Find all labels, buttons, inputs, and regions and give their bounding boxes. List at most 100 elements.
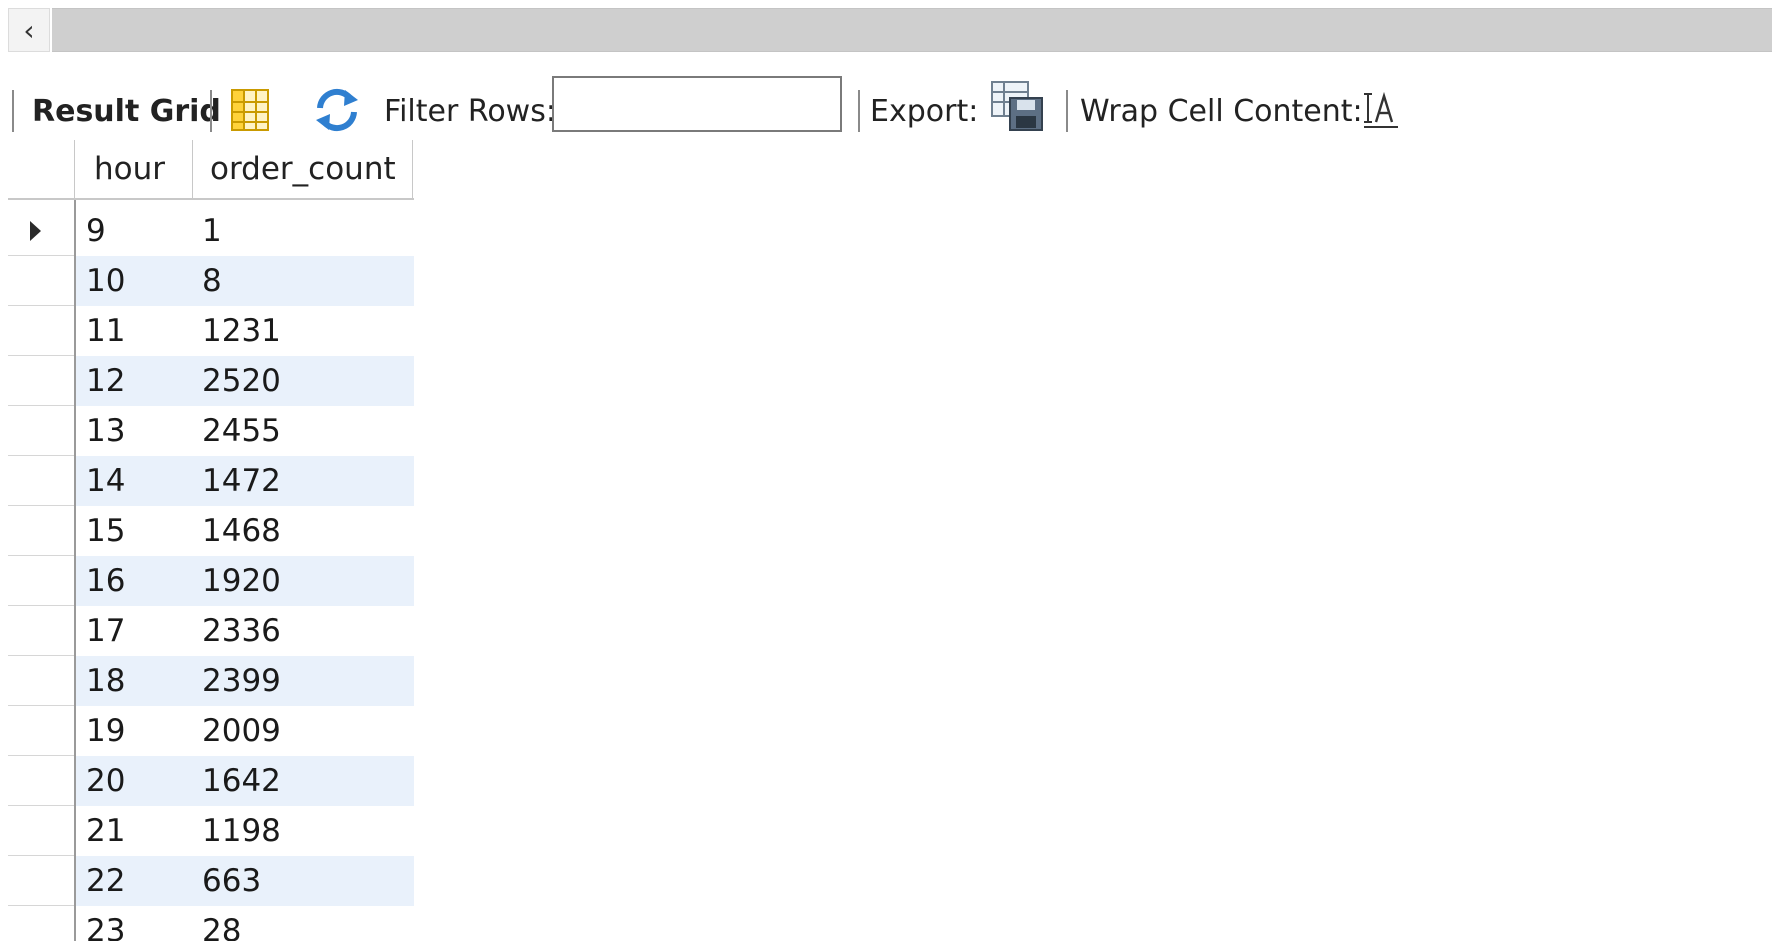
cell-hour[interactable]: 17 (86, 606, 125, 656)
row-header[interactable] (8, 856, 74, 906)
table-row[interactable]: 15 1468 (0, 506, 414, 556)
header-divider (74, 140, 75, 198)
table-row[interactable]: 14 1472 (0, 456, 414, 506)
cell-order-count[interactable]: 1 (202, 206, 222, 256)
row-cells: 15 1468 (76, 506, 414, 556)
column-header-hour[interactable]: hour (94, 140, 165, 198)
cell-hour[interactable]: 15 (86, 506, 125, 556)
header-divider (412, 140, 413, 198)
row-header[interactable] (8, 356, 74, 406)
row-header[interactable] (8, 906, 74, 941)
header-divider (192, 140, 193, 198)
refresh-icon[interactable] (312, 86, 362, 134)
row-header[interactable] (8, 706, 74, 756)
scroll-left-button[interactable]: ‹ (8, 8, 50, 52)
table-row[interactable]: 11 1231 (0, 306, 414, 356)
cell-hour[interactable]: 23 (86, 906, 125, 941)
table-row[interactable]: 16 1920 (0, 556, 414, 606)
cell-hour[interactable]: 14 (86, 456, 125, 506)
cell-hour[interactable]: 21 (86, 806, 125, 856)
current-row-marker-icon (30, 221, 41, 241)
cell-order-count[interactable]: 1198 (202, 806, 281, 856)
cell-order-count[interactable]: 2520 (202, 356, 281, 406)
table-row[interactable]: 13 2455 (0, 406, 414, 456)
row-header[interactable] (8, 256, 74, 306)
cell-order-count[interactable]: 2399 (202, 656, 281, 706)
row-header[interactable] (8, 206, 74, 256)
row-cells: 91 (76, 206, 414, 256)
export-label: Export: (870, 94, 979, 129)
cell-order-count[interactable]: 1642 (202, 756, 281, 806)
toolbar-separator (858, 90, 860, 132)
cell-order-count[interactable]: 1468 (202, 506, 281, 556)
column-header-order-count[interactable]: order_count (210, 140, 396, 198)
cell-order-count[interactable]: 1472 (202, 456, 281, 506)
cell-order-count[interactable]: 8 (202, 256, 222, 306)
cell-hour[interactable]: 10 (86, 256, 125, 306)
table-row[interactable]: 91 (0, 206, 414, 256)
toolbar-separator (1066, 90, 1068, 132)
row-cells: 13 2455 (76, 406, 414, 456)
toolbar-separator (210, 90, 212, 132)
row-header[interactable] (8, 406, 74, 456)
row-header[interactable] (8, 606, 74, 656)
table-row[interactable]: 18 2399 (0, 656, 414, 706)
cell-hour[interactable]: 18 (86, 656, 125, 706)
table-row[interactable]: 19 2009 (0, 706, 414, 756)
row-header[interactable] (8, 756, 74, 806)
row-cells: 23 28 (76, 906, 414, 941)
row-cells: 14 1472 (76, 456, 414, 506)
filter-rows-label: Filter Rows: (384, 94, 556, 129)
wrap-cell-content-label: Wrap Cell Content: (1080, 94, 1363, 129)
row-cells: 12 2520 (76, 356, 414, 406)
filter-rows-input[interactable] (552, 76, 842, 132)
cell-order-count[interactable]: 1231 (202, 306, 281, 356)
export-icon[interactable] (990, 80, 1046, 132)
cell-hour[interactable]: 22 (86, 856, 125, 906)
table-row[interactable]: 17 2336 (0, 606, 414, 656)
cell-order-count[interactable]: 1920 (202, 556, 281, 606)
row-header[interactable] (8, 306, 74, 356)
cell-hour[interactable]: 16 (86, 556, 125, 606)
result-toolbar: Result Grid Filter Rows: Export: Wrap Ce… (0, 72, 1772, 148)
table-row[interactable]: 23 28 (0, 906, 414, 941)
table-row[interactable]: 12 2520 (0, 356, 414, 406)
row-cells: 16 1920 (76, 556, 414, 606)
table-row[interactable]: 21 1198 (0, 806, 414, 856)
row-cells: 22 663 (76, 856, 414, 906)
table-row[interactable]: 22 663 (0, 856, 414, 906)
cell-hour[interactable]: 11 (86, 306, 125, 356)
cell-order-count[interactable]: 2009 (202, 706, 281, 756)
row-cells: 19 2009 (76, 706, 414, 756)
cell-hour[interactable]: 12 (86, 356, 125, 406)
row-cells: 21 1198 (76, 806, 414, 856)
row-header[interactable] (8, 806, 74, 856)
cell-hour[interactable]: 13 (86, 406, 125, 456)
row-header[interactable] (8, 656, 74, 706)
row-header[interactable] (8, 456, 74, 506)
horizontal-scrollbar[interactable]: ‹ (0, 8, 1772, 52)
cell-order-count[interactable]: 2455 (202, 406, 281, 456)
grid-icon[interactable] (230, 88, 270, 132)
row-header[interactable] (8, 506, 74, 556)
cell-order-count[interactable]: 28 (202, 906, 241, 941)
cell-hour[interactable]: 19 (86, 706, 125, 756)
row-cells: 11 1231 (76, 306, 414, 356)
table-row[interactable]: 10 8 (0, 256, 414, 306)
row-cells: 17 2336 (76, 606, 414, 656)
cell-hour[interactable]: 20 (86, 756, 125, 806)
wrap-cell-icon[interactable] (1362, 90, 1402, 130)
scrollbar-track[interactable] (52, 8, 1772, 52)
chevron-left-icon: ‹ (23, 13, 35, 47)
grid-header-row: hour order_count (8, 140, 414, 200)
cell-order-count[interactable]: 663 (202, 856, 261, 906)
row-header[interactable] (8, 556, 74, 606)
cell-order-count[interactable]: 2336 (202, 606, 281, 656)
row-cells: 18 2399 (76, 656, 414, 706)
cell-hour[interactable]: 9 (86, 206, 106, 256)
table-row[interactable]: 20 1642 (0, 756, 414, 806)
toolbar-separator (12, 90, 14, 132)
row-cells: 20 1642 (76, 756, 414, 806)
result-grid-tab[interactable]: Result Grid (32, 92, 221, 132)
row-cells: 10 8 (76, 256, 414, 306)
